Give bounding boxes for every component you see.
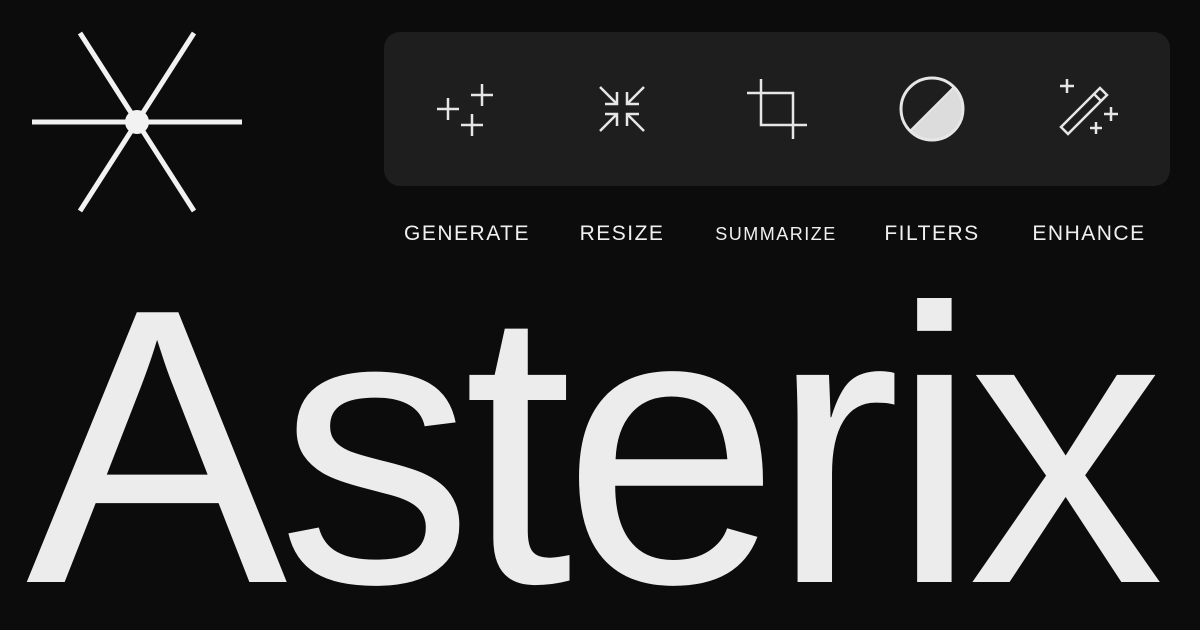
compress-arrows-icon [599, 86, 645, 132]
summarize-tool-button[interactable] [741, 73, 813, 145]
tool-labels: GENERATE RESIZE SUMMARIZE FILTERS ENHANC… [0, 222, 1200, 252]
tool-label-generate: GENERATE [404, 222, 530, 245]
contrast-circle-icon [899, 76, 965, 142]
generate-tool-button[interactable] [431, 73, 503, 145]
crop-icon [747, 79, 807, 139]
sparkle-plus-icon [437, 84, 493, 136]
tool-label-resize: RESIZE [579, 222, 665, 245]
enhance-tool-button[interactable] [1052, 73, 1124, 145]
tool-label-filters: FILTERS [884, 222, 980, 245]
brand-wordmark: Asterix [26, 282, 1164, 612]
tool-label-enhance: ENHANCE [1032, 222, 1146, 245]
filters-tool-button[interactable] [896, 73, 968, 145]
tools-toolbar [384, 32, 1170, 186]
magic-wand-icon [1059, 79, 1118, 136]
tool-label-summarize: SUMMARIZE [715, 224, 837, 244]
asterisk-logo-icon [30, 30, 244, 215]
resize-tool-button[interactable] [586, 73, 658, 145]
